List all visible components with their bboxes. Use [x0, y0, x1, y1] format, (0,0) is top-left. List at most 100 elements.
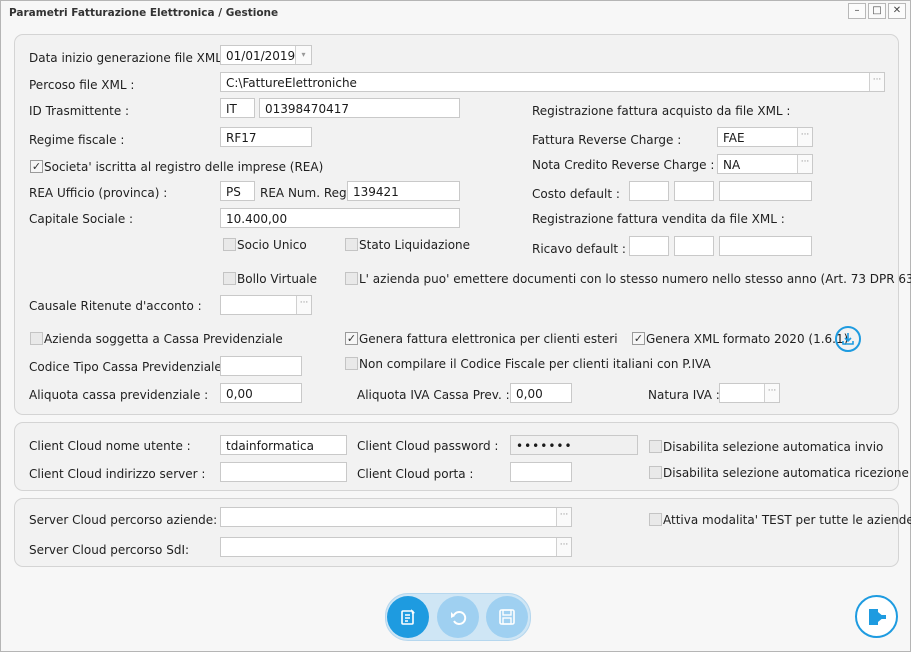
socio-unico-label: Socio Unico [237, 238, 307, 252]
password-label: Client Cloud password : [357, 439, 499, 453]
title-bar: Parametri Fatturazione Elettronica / Ges… [1, 1, 910, 25]
download-icon [842, 333, 854, 345]
socio-unico-checkbox[interactable] [223, 238, 236, 251]
ricavo-label: Ricavo default : [532, 242, 626, 256]
rea-checkbox[interactable]: ✓ [30, 160, 43, 173]
reverse-label: Fattura Reverse Charge : [532, 133, 682, 147]
natura-input[interactable]: ··· [719, 383, 780, 403]
browse-icon[interactable]: ··· [556, 508, 571, 526]
reg-vendita-label: Registrazione fattura vendita da file XM… [532, 212, 785, 226]
undo-icon [451, 611, 467, 625]
stato-liquidazione-checkbox[interactable] [345, 238, 358, 251]
rea-ufficio-label: REA Ufficio (provinca) : [29, 186, 168, 200]
porta-input[interactable] [510, 462, 572, 482]
test-checkbox[interactable] [649, 513, 662, 526]
aliquota-iva-label: Aliquota IVA Cassa Prev. : [357, 388, 510, 402]
data-inizio-picker[interactable]: 01/01/2019 ▾ [220, 45, 312, 65]
non-compilare-checkbox[interactable] [345, 357, 358, 370]
aziende-input[interactable]: ··· [220, 507, 572, 527]
maximize-button[interactable]: □ [868, 3, 886, 19]
disabilita-invio-checkbox[interactable] [649, 440, 662, 453]
utente-input[interactable]: tdainformatica [220, 435, 347, 455]
xml2020-checkbox[interactable]: ✓ [632, 332, 645, 345]
minimize-button[interactable]: – [848, 3, 866, 19]
percorso-input[interactable]: C:\FattureElettroniche ··· [220, 72, 885, 92]
password-input[interactable]: ••••••• [510, 435, 638, 455]
stesso-numero-label: L' azienda puo' emettere documenti con l… [359, 272, 911, 286]
ricavo-field-2[interactable] [674, 236, 714, 256]
bollo-checkbox[interactable] [223, 272, 236, 285]
esteri-checkbox[interactable]: ✓ [345, 332, 358, 345]
stato-liquidazione-label: Stato Liquidazione [359, 238, 471, 252]
stesso-numero-checkbox[interactable] [345, 272, 358, 285]
regime-input[interactable]: RF17 [220, 127, 312, 147]
sdi-input[interactable]: ··· [220, 537, 572, 557]
codice-cassa-label: Codice Tipo Cassa Previdenziale : [29, 360, 230, 374]
browse-icon[interactable]: ··· [797, 155, 812, 173]
reverse-input[interactable]: FAE ··· [717, 127, 813, 147]
indirizzo-label: Client Cloud indirizzo server : [29, 467, 206, 481]
costo-label: Costo default : [532, 187, 620, 201]
id-trasmittente-label: ID Trasmittente : [29, 104, 130, 118]
rea-check-label: Societa' iscritta al registro delle impr… [44, 160, 324, 174]
test-label: Attiva modalita' TEST per tutte le azien… [663, 513, 911, 527]
porta-label: Client Cloud porta : [357, 467, 474, 481]
percorso-value: C:\FattureElettroniche [226, 76, 357, 90]
disabilita-ricezione-label: Disabilita selezione automatica ricezion… [663, 466, 909, 480]
close-button[interactable]: ✕ [888, 3, 906, 19]
exit-button[interactable] [855, 595, 898, 638]
ricavo-field-3[interactable] [719, 236, 812, 256]
undo-button[interactable] [437, 596, 479, 638]
download-button[interactable] [835, 326, 861, 352]
bollo-label: Bollo Virtuale [237, 272, 317, 286]
save-button[interactable] [486, 596, 528, 638]
rea-num-label: REA Num. Reg. : [260, 186, 359, 200]
disabilita-ricezione-checkbox[interactable] [649, 466, 662, 479]
id-codice-input[interactable]: 01398470417 [259, 98, 460, 118]
capitale-label: Capitale Sociale : [29, 212, 134, 226]
cassa-checkbox[interactable] [30, 332, 43, 345]
utente-label: Client Cloud nome utente : [29, 439, 191, 453]
rea-ufficio-input[interactable]: PS [220, 181, 255, 201]
window-controls: – □ ✕ [846, 3, 906, 19]
chevron-down-icon[interactable]: ▾ [295, 46, 311, 64]
aliquota-cassa-input[interactable]: 0,00 [220, 383, 302, 403]
browse-icon[interactable]: ··· [556, 538, 571, 556]
window: Parametri Fatturazione Elettronica / Ges… [0, 0, 911, 652]
ricavo-field-1[interactable] [629, 236, 669, 256]
natura-label: Natura IVA : [648, 388, 720, 402]
browse-icon[interactable]: ··· [869, 73, 884, 91]
costo-field-2[interactable] [674, 181, 714, 201]
costo-field-1[interactable] [629, 181, 669, 201]
browse-icon[interactable]: ··· [296, 296, 311, 314]
aziende-label: Server Cloud percorso aziende: [29, 513, 218, 527]
causale-input[interactable]: ··· [220, 295, 312, 315]
disabilita-invio-label: Disabilita selezione automatica invio [663, 440, 884, 454]
browse-icon[interactable]: ··· [764, 384, 779, 402]
causale-label: Causale Ritenute d'acconto : [29, 299, 202, 313]
codice-cassa-input[interactable] [220, 356, 302, 376]
percorso-label: Percoso file XML : [29, 78, 135, 92]
nota-label: Nota Credito Reverse Charge : [532, 158, 715, 172]
edit-icon [401, 609, 415, 625]
esteri-label: Genera fattura elettronica per clienti e… [359, 332, 618, 346]
xml2020-label: Genera XML formato 2020 (1.6.1) [646, 332, 849, 346]
nota-input[interactable]: NA ··· [717, 154, 813, 174]
aliquota-iva-input[interactable]: 0,00 [510, 383, 572, 403]
rea-num-input[interactable]: 139421 [347, 181, 460, 201]
window-title: Parametri Fatturazione Elettronica / Ges… [9, 7, 279, 19]
edit-button[interactable] [387, 596, 429, 638]
exit-icon [868, 608, 886, 625]
cassa-check-label: Azienda soggetta a Cassa Previdenziale [44, 332, 283, 346]
indirizzo-input[interactable] [220, 462, 347, 482]
browse-icon[interactable]: ··· [797, 128, 812, 146]
capitale-input[interactable]: 10.400,00 [220, 208, 460, 228]
costo-field-3[interactable] [719, 181, 812, 201]
aliquota-cassa-label: Aliquota cassa previdenziale : [29, 388, 209, 402]
regime-label: Regime fiscale : [29, 133, 125, 147]
nota-value: NA [723, 158, 741, 172]
sdi-label: Server Cloud percorso SdI: [29, 543, 190, 557]
save-icon [499, 609, 515, 625]
data-inizio-value: 01/01/2019 [226, 49, 296, 63]
id-paese-input[interactable]: IT [220, 98, 255, 118]
